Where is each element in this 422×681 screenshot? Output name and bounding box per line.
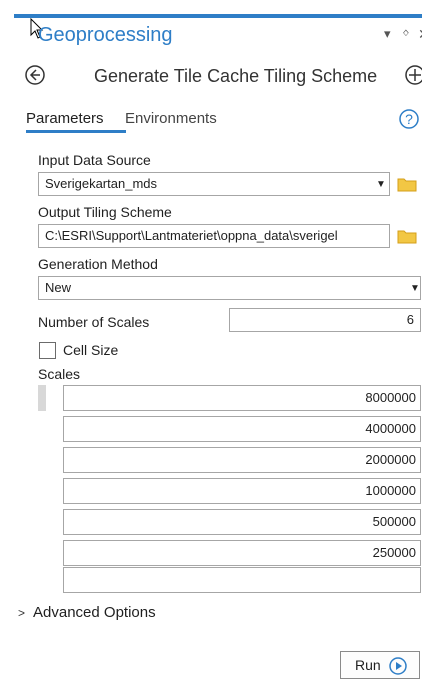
scale-row[interactable]: 500000 — [63, 509, 421, 535]
output-tiling-scheme-input[interactable]: C:\ESRI\Support\Lantmateriet\oppna_data\… — [38, 224, 390, 248]
scale-row[interactable]: 4000000 — [63, 416, 421, 442]
cell-size-checkbox[interactable] — [39, 342, 56, 359]
tab-environments[interactable]: Environments — [125, 110, 217, 127]
pane-titlebar: Geoprocessing ▾ ᛜ ✕ — [14, 17, 422, 52]
run-button[interactable]: Run — [340, 651, 420, 679]
scale-row[interactable]: 8000000 — [63, 385, 421, 411]
row-drag-handle[interactable] — [38, 385, 46, 411]
help-icon[interactable]: ? — [398, 108, 420, 135]
advanced-options-label: Advanced Options — [33, 604, 156, 621]
number-of-scales-label: Number of Scales — [38, 314, 150, 330]
output-tiling-scheme-label: Output Tiling Scheme — [38, 204, 172, 220]
run-button-label: Run — [355, 657, 381, 673]
generation-method-label: Generation Method — [38, 256, 158, 272]
generation-method-select[interactable]: New — [38, 276, 421, 300]
scale-row[interactable]: 2000000 — [63, 447, 421, 473]
chevron-down-icon[interactable]: ▼ — [410, 283, 420, 294]
folder-icon[interactable] — [397, 176, 417, 197]
number-of-scales-input[interactable]: 6 — [229, 308, 421, 332]
cell-size-label: Cell Size — [63, 342, 119, 358]
tool-tabs: Parameters Environments ? — [14, 108, 422, 134]
pane-options-icon[interactable]: ▾ — [384, 26, 391, 42]
tool-title: Generate Tile Cache Tiling Scheme — [94, 66, 378, 86]
chevron-right-icon: > — [18, 606, 26, 620]
pane-title: Geoprocessing — [38, 24, 173, 46]
pin-icon[interactable]: ᛜ — [402, 26, 410, 41]
scale-row[interactable]: 250000 — [63, 540, 421, 566]
close-icon[interactable]: ✕ — [418, 26, 422, 43]
advanced-options-expander[interactable]: > Advanced Options — [18, 604, 156, 621]
input-data-source-select[interactable]: Sverigekartan_mds — [38, 172, 390, 196]
input-data-source-label: Input Data Source — [38, 152, 151, 168]
svg-text:?: ? — [405, 111, 413, 127]
play-icon — [389, 657, 407, 678]
tool-header: Generate Tile Cache Tiling Scheme — [14, 60, 422, 92]
scale-row-empty[interactable] — [63, 567, 421, 593]
scale-row[interactable]: 1000000 — [63, 478, 421, 504]
tab-parameters[interactable]: Parameters — [26, 110, 104, 127]
add-icon[interactable] — [404, 64, 422, 91]
scales-label: Scales — [38, 366, 81, 382]
active-tab-indicator — [26, 130, 126, 133]
folder-icon[interactable] — [397, 228, 417, 249]
chevron-down-icon[interactable]: ▼ — [376, 179, 386, 190]
back-icon[interactable] — [24, 64, 46, 91]
